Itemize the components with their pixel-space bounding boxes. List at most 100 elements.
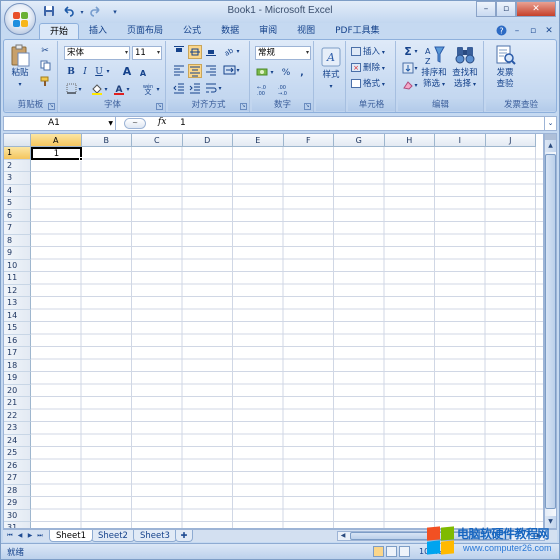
- column-header-g[interactable]: G: [334, 134, 385, 147]
- align-middle-icon[interactable]: [188, 45, 202, 59]
- paste-button[interactable]: 粘贴 ▾: [8, 44, 32, 90]
- orientation-dropdown-icon[interactable]: ▾: [235, 45, 241, 59]
- scroll-left-icon[interactable]: ◀: [338, 532, 348, 540]
- phonetic-button[interactable]: wén 文: [140, 83, 156, 97]
- shrink-font-button[interactable]: A: [136, 67, 150, 81]
- fill-handle[interactable]: [79, 157, 83, 161]
- fill-color-icon[interactable]: [90, 83, 104, 97]
- font-size-combo[interactable]: 11 ▾: [132, 46, 162, 60]
- tab-formulas[interactable]: 公式: [173, 23, 211, 39]
- insert-function-button[interactable]: fx: [158, 117, 166, 127]
- sort-filter-button[interactable]: AZ 排序和 筛选 ▾: [420, 44, 448, 90]
- delete-cells-button[interactable]: × 删除 ▾: [351, 61, 385, 75]
- row-header-8[interactable]: 8: [4, 234, 31, 247]
- tab-review[interactable]: 审阅: [249, 23, 287, 39]
- tab-page-layout[interactable]: 页面布局: [117, 23, 173, 39]
- decrease-decimal-icon[interactable]: .00 →.0: [276, 84, 294, 98]
- tab-insert[interactable]: 插入: [79, 23, 117, 39]
- vertical-scrollbar[interactable]: ▲ ▼: [544, 133, 557, 529]
- underline-dropdown-icon[interactable]: ▾: [105, 65, 111, 79]
- styles-button[interactable]: A 样式 ▾: [318, 46, 344, 92]
- tab-pdf-tools[interactable]: PDF工具集: [325, 23, 390, 39]
- insert-sheet-icon[interactable]: ✚: [174, 530, 193, 542]
- row-header-4[interactable]: 4: [4, 184, 31, 197]
- formula-input[interactable]: 1: [180, 117, 186, 130]
- phonetic-dropdown-icon[interactable]: ▾: [155, 83, 161, 97]
- autosum-dropdown-icon[interactable]: ▾: [413, 45, 419, 59]
- sheet-tab-sheet1[interactable]: Sheet1: [49, 530, 93, 542]
- prev-sheet-icon[interactable]: ◀: [15, 530, 25, 542]
- row-header-31[interactable]: 31: [4, 522, 31, 528]
- help-icon[interactable]: ?: [495, 25, 507, 37]
- grow-font-button[interactable]: A: [120, 65, 134, 79]
- column-header-f[interactable]: F: [283, 134, 334, 147]
- row-header-29[interactable]: 29: [4, 497, 31, 510]
- row-header-5[interactable]: 5: [4, 197, 31, 210]
- merge-dropdown-icon[interactable]: ▾: [235, 64, 241, 78]
- fill-color-dropdown-icon[interactable]: ▾: [103, 83, 109, 97]
- decrease-indent-icon[interactable]: [172, 82, 186, 96]
- row-header-28[interactable]: 28: [4, 484, 31, 497]
- align-top-icon[interactable]: [172, 45, 186, 59]
- row-header-17[interactable]: 17: [4, 347, 31, 360]
- first-sheet-icon[interactable]: ⏮: [5, 530, 15, 542]
- expand-formula-bar-icon[interactable]: ⌄: [544, 117, 556, 130]
- minimize-button[interactable]: –: [476, 1, 496, 17]
- wrap-text-icon[interactable]: [204, 82, 218, 96]
- italic-button[interactable]: I: [78, 65, 92, 79]
- restore-workbook-icon[interactable]: ▫: [527, 25, 539, 37]
- column-header-j[interactable]: J: [485, 134, 536, 147]
- row-header-27[interactable]: 27: [4, 472, 31, 485]
- column-header-h[interactable]: H: [384, 134, 435, 147]
- wrap-dropdown-icon[interactable]: ▾: [217, 82, 223, 96]
- align-left-icon[interactable]: [172, 64, 186, 78]
- row-header-30[interactable]: 30: [4, 509, 31, 522]
- tab-home[interactable]: 开始: [39, 23, 80, 39]
- align-bottom-icon[interactable]: [204, 45, 218, 59]
- select-all-button[interactable]: [4, 134, 31, 147]
- invoice-verify-button[interactable]: 发票 查验: [490, 44, 520, 90]
- row-header-18[interactable]: 18: [4, 359, 31, 372]
- fill-dropdown-icon[interactable]: ▾: [413, 62, 419, 76]
- column-header-b[interactable]: B: [81, 134, 132, 147]
- worksheet-grid[interactable]: ABCDEFGHIJ 1 2 3 4 5 6 7 8 9 10 11 12 13 14 15 16 17 18 19…: [3, 133, 544, 529]
- align-right-icon[interactable]: [204, 64, 218, 78]
- tab-data[interactable]: 数据: [211, 23, 249, 39]
- clipboard-launcher-icon[interactable]: ↘: [48, 103, 55, 110]
- name-box[interactable]: A1 ▼: [4, 117, 116, 130]
- row-header-7[interactable]: 7: [4, 222, 31, 235]
- font-name-combo[interactable]: 宋体 ▾: [64, 46, 130, 60]
- copy-icon[interactable]: [38, 60, 52, 74]
- row-header-20[interactable]: 20: [4, 384, 31, 397]
- row-header-16[interactable]: 16: [4, 334, 31, 347]
- office-button[interactable]: [4, 3, 36, 35]
- orientation-icon[interactable]: ab: [222, 45, 236, 59]
- scroll-up-icon[interactable]: ▲: [545, 140, 556, 152]
- row-header-21[interactable]: 21: [4, 397, 31, 410]
- row-header-14[interactable]: 14: [4, 309, 31, 322]
- font-color-icon[interactable]: A: [112, 83, 126, 97]
- currency-icon[interactable]: [255, 66, 269, 80]
- cut-icon[interactable]: ✂: [38, 44, 52, 58]
- row-header-3[interactable]: 3: [4, 172, 31, 185]
- increase-decimal-icon[interactable]: ←.0.00: [255, 84, 273, 98]
- format-cells-button[interactable]: 格式 ▾: [351, 77, 385, 91]
- close-workbook-icon[interactable]: ✕: [543, 25, 555, 37]
- formula-cancel-confirm[interactable]: ~: [124, 118, 146, 129]
- close-button[interactable]: ✕: [516, 1, 556, 17]
- border-dropdown-icon[interactable]: ▾: [77, 83, 83, 97]
- clear-dropdown-icon[interactable]: ▾: [413, 79, 419, 93]
- format-painter-icon[interactable]: [38, 76, 52, 90]
- alignment-launcher-icon[interactable]: ↘: [240, 103, 247, 110]
- row-header-23[interactable]: 23: [4, 422, 31, 435]
- row-header-1[interactable]: 1: [4, 147, 31, 160]
- find-select-button[interactable]: 查找和 选择 ▾: [450, 44, 480, 90]
- column-header-e[interactable]: E: [233, 134, 284, 147]
- merge-center-icon[interactable]: [222, 64, 236, 78]
- bold-button[interactable]: B: [64, 65, 78, 79]
- row-header-9[interactable]: 9: [4, 247, 31, 260]
- row-header-6[interactable]: 6: [4, 209, 31, 222]
- next-sheet-icon[interactable]: ▶: [25, 530, 35, 542]
- row-header-13[interactable]: 13: [4, 297, 31, 310]
- insert-cells-button[interactable]: 插入 ▾: [351, 45, 385, 59]
